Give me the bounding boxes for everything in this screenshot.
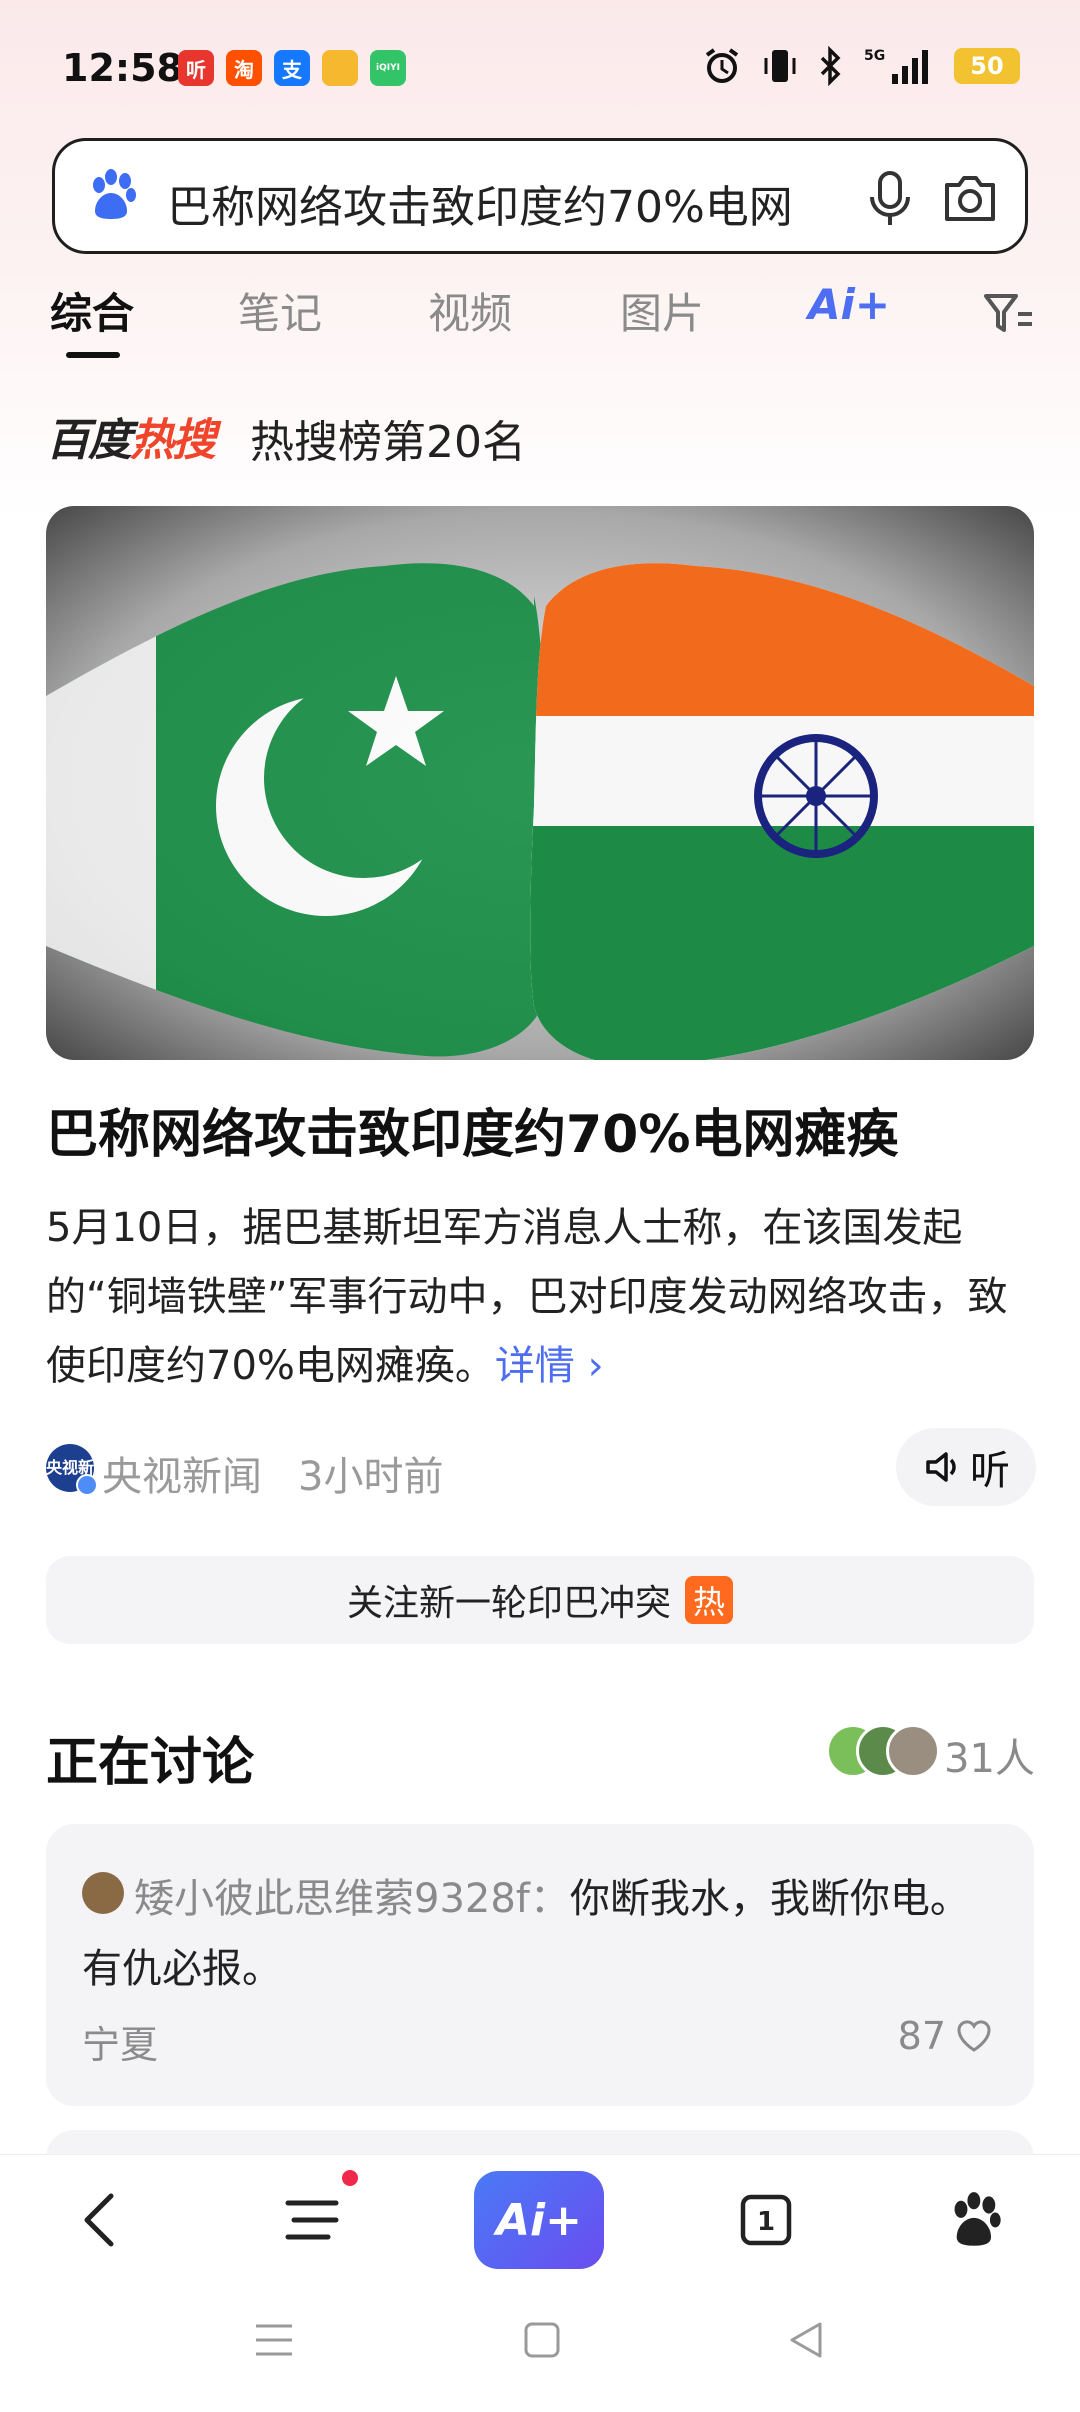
publish-time: 3小时前 bbox=[298, 1454, 444, 1500]
notification-app-icons: 听淘支 iQIYI bbox=[178, 50, 406, 86]
status-bar: 12:58 听淘支 iQIYI 5G 50 bbox=[0, 0, 1080, 140]
notification-dot bbox=[342, 2170, 358, 2186]
participant-count: 31人 bbox=[944, 1736, 1035, 1782]
tab-general[interactable]: 综合 bbox=[50, 280, 134, 341]
tabs-button[interactable]: 1 bbox=[716, 2155, 816, 2285]
follow-topic-label: 关注新一轮印巴冲突 bbox=[346, 1583, 671, 1624]
signal-icon: 5G bbox=[864, 48, 928, 84]
baidu-paw-icon bbox=[954, 2192, 1001, 2246]
taobao-icon: 淘 bbox=[226, 50, 262, 86]
filter-icon[interactable] bbox=[980, 286, 1036, 342]
back-triangle-icon[interactable] bbox=[784, 2318, 828, 2362]
verified-badge-icon bbox=[76, 1474, 98, 1496]
search-input[interactable]: 巴称网络攻击致印度约70%电网 bbox=[167, 171, 867, 235]
article-headline[interactable]: 巴称网络攻击致印度约70%电网瘫痪 bbox=[46, 1092, 1036, 1167]
alipay-icon: 支 bbox=[274, 50, 310, 86]
svg-text:5G: 5G bbox=[864, 48, 885, 64]
home-icon[interactable] bbox=[520, 2318, 564, 2362]
comment-card[interactable]: 矮小彼此思维萦9328f：你断我水，我断你电。有仇必报。 宁夏 87 bbox=[46, 1824, 1034, 2106]
back-arrow-icon bbox=[84, 2193, 114, 2247]
system-navigation-bar bbox=[0, 2284, 1080, 2412]
ting-icon: 听 bbox=[178, 50, 214, 86]
back-button[interactable] bbox=[52, 2155, 152, 2285]
battery-indicator: 50 bbox=[954, 48, 1020, 84]
hero-image[interactable] bbox=[46, 506, 1034, 1060]
active-tab-indicator bbox=[66, 352, 120, 358]
tab-videos[interactable]: 视频 bbox=[428, 280, 512, 341]
listen-button[interactable]: 听 bbox=[896, 1428, 1036, 1506]
tab-ai[interactable]: Ai+ bbox=[808, 280, 890, 329]
microphone-icon[interactable] bbox=[855, 163, 925, 233]
baidu-paw-icon bbox=[93, 169, 136, 219]
shield-app-icon bbox=[322, 50, 358, 86]
participant-avatars[interactable] bbox=[826, 1724, 940, 1778]
hot-tag: 热 bbox=[685, 1576, 733, 1624]
search-bar[interactable]: 巴称网络攻击致印度约70%电网 bbox=[52, 138, 1028, 254]
baidu-home-button[interactable] bbox=[926, 2155, 1026, 2285]
details-link[interactable]: 详情 › bbox=[495, 1343, 604, 1389]
article-source-row: 央视新 央视新闻 3小时前 听 bbox=[46, 1428, 1036, 1510]
discussion-title: 正在讨论 bbox=[46, 1733, 255, 1793]
speaker-icon bbox=[926, 1452, 956, 1482]
vibrate-icon bbox=[764, 50, 796, 82]
system-status-icons: 5G 50 bbox=[702, 46, 1020, 86]
camera-icon[interactable] bbox=[935, 163, 1005, 233]
article-summary[interactable]: 5月10日，据巴基斯坦军方消息人士称，在该国发起的“铜墙铁壁”军事行动中，巴对印… bbox=[46, 1194, 1036, 1401]
comment-location: 宁夏 bbox=[82, 2023, 159, 2067]
avatar bbox=[886, 1724, 940, 1778]
recent-apps-icon[interactable] bbox=[252, 2318, 296, 2362]
menu-icon bbox=[285, 2200, 339, 2240]
ai-assistant-button[interactable]: Ai+ bbox=[474, 2171, 604, 2269]
follow-topic-button[interactable]: 关注新一轮印巴冲突 热 bbox=[46, 1556, 1034, 1644]
svg-text:1: 1 bbox=[757, 2207, 775, 2237]
source-name[interactable]: 央视新闻 bbox=[102, 1444, 262, 1502]
search-tabs: 综合 笔记 视频 图片 Ai+ bbox=[0, 280, 1080, 360]
alarm-icon bbox=[705, 48, 739, 83]
tab-notes[interactable]: 笔记 bbox=[238, 280, 322, 341]
iqiyi-icon: iQIYI bbox=[370, 50, 406, 86]
heart-icon bbox=[957, 2020, 991, 2052]
like-count: 87 bbox=[897, 2014, 946, 2058]
tabs-icon: 1 bbox=[740, 2194, 792, 2246]
like-button[interactable]: 87 bbox=[898, 2014, 994, 2058]
commenter-name[interactable]: 矮小彼此思维萦9328f： bbox=[134, 1876, 570, 1922]
bluetooth-icon bbox=[820, 46, 841, 86]
tab-images[interactable]: 图片 bbox=[620, 280, 704, 341]
comment-text: 矮小彼此思维萦9328f：你断我水，我断你电。有仇必报。 bbox=[82, 1876, 970, 1992]
status-time: 12:58 bbox=[62, 46, 183, 90]
hot-rank-text: 热搜榜第20名 bbox=[250, 417, 526, 468]
bottom-navigation: Ai+ 1 bbox=[0, 2154, 1080, 2284]
baidu-hot-logo: 百度热搜 bbox=[46, 415, 216, 466]
